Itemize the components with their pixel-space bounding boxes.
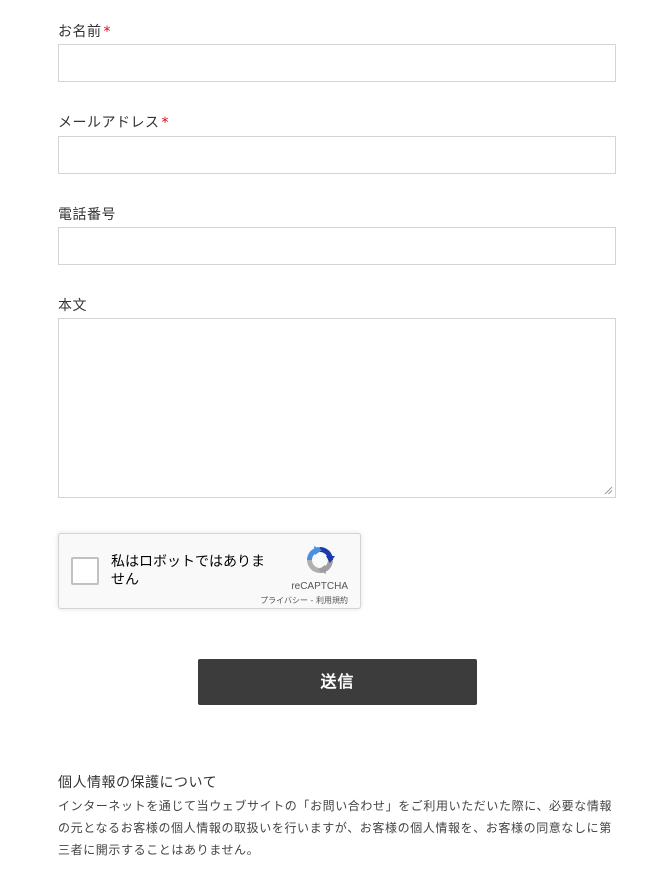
recaptcha-label: 私はロボットではありません: [111, 554, 265, 588]
required-mark: *: [161, 115, 169, 131]
name-label-text: お名前: [58, 24, 102, 40]
email-input[interactable]: [58, 136, 616, 174]
required-mark: *: [103, 24, 111, 40]
resize-grip-icon[interactable]: [604, 486, 613, 495]
phone-input[interactable]: [58, 227, 616, 265]
name-label: お名前 *: [58, 23, 111, 41]
body-textarea[interactable]: [58, 318, 616, 498]
recaptcha-links: プライバシー - 利用規約: [260, 595, 348, 606]
phone-label: 電話番号: [58, 206, 116, 224]
recaptcha-brand: reCAPTCHA: [291, 581, 348, 592]
recaptcha-logo-icon: [307, 546, 335, 574]
privacy-text: インターネットを通じて当ウェブサイトの「お問い合わせ」をご利用いただいた際に、必…: [58, 799, 613, 857]
phone-label-text: 電話番号: [58, 207, 116, 223]
email-label: メールアドレス *: [58, 114, 169, 132]
name-input[interactable]: [58, 44, 616, 82]
recaptcha-link-separator: -: [308, 596, 316, 605]
body-label-text: 本文: [58, 298, 87, 314]
recaptcha-terms-link[interactable]: 利用規約: [316, 596, 348, 605]
privacy-title: 個人情報の保護について: [58, 775, 218, 791]
submit-button[interactable]: 送信: [198, 659, 477, 705]
email-label-text: メールアドレス: [58, 115, 160, 131]
recaptcha-checkbox[interactable]: [71, 557, 99, 585]
recaptcha-widget: 私はロボットではありません reCAPTCHA プライバシー - 利用規約: [58, 533, 361, 609]
recaptcha-privacy-link[interactable]: プライバシー: [260, 596, 308, 605]
body-label: 本文: [58, 297, 87, 315]
